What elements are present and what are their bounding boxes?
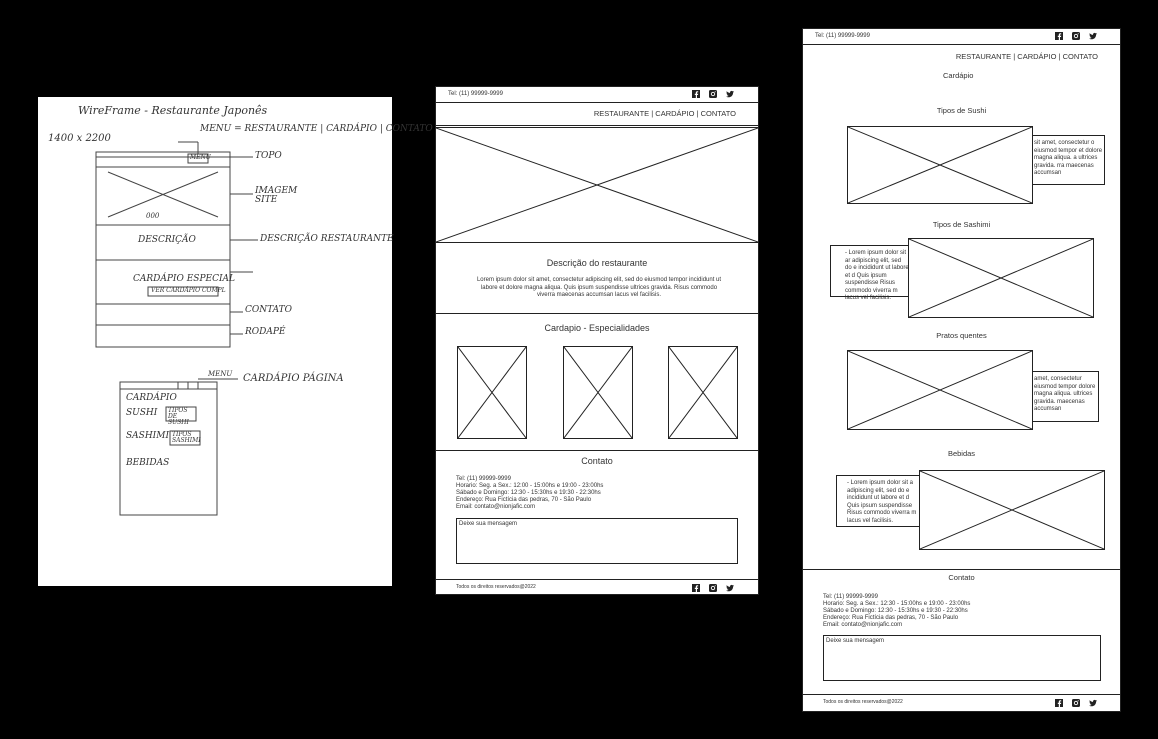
sketch-title: WireFrame - Restaurante Japonês — [78, 104, 268, 117]
bebidas-image-placeholder — [919, 470, 1105, 550]
sketch-size: 1400 x 2200 — [48, 133, 111, 144]
sketch-note-topo: TOPO — [255, 151, 282, 161]
home-desc-title: Descrição do restaurante — [546, 258, 648, 268]
home-cardapio-title: Cardapio - Especialidades — [544, 323, 650, 333]
sushi-description-text: sit amet, consectetur o eiusmod tempor e… — [1034, 140, 1103, 176]
home-contato-title: Contato — [581, 456, 613, 466]
sketch-page2-tipos-sushi: TIPOS DE SUSHI — [168, 407, 189, 426]
contato-line: Email: contato@nionjafic.com — [456, 503, 536, 510]
sketch-box-dots: 000 — [146, 212, 160, 220]
sketch-box-cardapio: CARDÁPIO ESPECIAL — [133, 274, 236, 284]
sashimi-description-box: - Lorem ipsum dolor sit ar adipiscing el… — [830, 245, 910, 301]
pratos-description-text: amet, consectetur eiusmod tempor dolore … — [1034, 376, 1096, 412]
bebidas-description-text: - Lorem ipsum dolor sit a adipiscing eli… — [847, 480, 917, 524]
home-footer-social — [692, 584, 734, 592]
menu-page-footer-social — [1055, 699, 1097, 707]
instagram-icon[interactable] — [709, 90, 717, 98]
twitter-icon[interactable] — [726, 90, 734, 98]
contato-line: Sábado e Domingo: 12:30 - 15:30hs e 19:3… — [456, 489, 601, 496]
contato-line: Tel: (11) 99999-9999 — [823, 594, 878, 600]
sashimi-description-text: - Lorem ipsum dolor sit ar adipiscing el… — [845, 250, 909, 301]
contato-line: Tel: (11) 99999-9999 — [456, 476, 511, 482]
section-title-bebidas: Bebidas — [947, 449, 976, 458]
sketch-note-rodape: RODAPÉ — [245, 327, 286, 337]
contato-line: Horario: Seg. a Sex.: 12:30 - 15:00hs e … — [823, 600, 971, 607]
menu-page-footer-text: Todos os direitos reservados@2022 — [823, 699, 903, 705]
sketch-drawing — [95, 141, 258, 516]
home-contato-info: Tel: (11) 99999-9999 Horario: Seg. a Sex… — [456, 476, 603, 510]
contato-line: Endereço: Rua Fictícia das pedras, 70 - … — [456, 496, 592, 503]
sushi-description-box: sit amet, consectetur o eiusmod tempor e… — [1031, 135, 1105, 185]
menu-page-title: Cardápio — [943, 71, 974, 80]
bebidas-description-box: - Lorem ipsum dolor sit a adipiscing eli… — [836, 475, 922, 527]
menu-page-wireframe: Tel: (11) 99999-9999 RESTAURANTE | CARDÁ… — [802, 28, 1121, 712]
section-title-sushi: Tipos de Sushi — [936, 106, 987, 115]
twitter-icon[interactable] — [1089, 699, 1097, 707]
menu-page-contato-info: Tel: (11) 99999-9999 Horario: Seg. a Sex… — [823, 594, 970, 628]
message-textarea[interactable]: Deixe sua mensagem — [456, 518, 738, 564]
menu-page-contato-title: Contato — [948, 573, 975, 582]
paper-sketch: WireFrame - Restaurante Japonês 1400 x 2… — [38, 97, 433, 586]
contato-line: Email: contato@nionjafic.com — [823, 621, 903, 628]
sketch-page2-tipos-sashimi: TIPOS SASHIMI — [172, 431, 201, 444]
sketch-box-descricao: DESCRIÇÃO — [138, 235, 196, 245]
sketch-page2-cardapio: CARDÁPIO — [126, 393, 177, 403]
sketch-box-ver: VER CARDÁPIO COMPL — [151, 287, 226, 294]
section-title-sashimi: Tipos de Sashimi — [932, 220, 991, 229]
message-placeholder: Deixe sua mensagem — [459, 521, 518, 527]
sketch-note-descricao: DESCRIÇÃO RESTAURANTE — [260, 234, 394, 244]
contato-line: Endereço: Rua Fictícia das pedras, 70 - … — [823, 614, 959, 621]
sketch-page2-sushi: SUSHI — [126, 408, 158, 418]
message-placeholder: Deixe sua mensagem — [826, 638, 885, 644]
menu-page-menu[interactable]: RESTAURANTE | CARDÁPIO | CONTATO — [956, 52, 1098, 62]
home-top-social — [692, 90, 734, 98]
instagram-icon[interactable] — [1072, 699, 1080, 707]
sketch-note-menu: MENU = RESTAURANTE | CARDÁPIO | CONTATO — [200, 124, 433, 134]
sashimi-image-placeholder — [908, 238, 1094, 318]
dish-image-placeholder-3[interactable] — [668, 346, 738, 439]
twitter-icon[interactable] — [1089, 32, 1097, 40]
sketch-note-contato: CONTATO — [245, 305, 293, 315]
sketch-page2-menu: MENU — [208, 370, 233, 378]
contato-line: Sábado e Domingo: 12:30 - 15:30hs e 19:3… — [823, 607, 968, 614]
facebook-icon[interactable] — [692, 584, 700, 592]
instagram-icon[interactable] — [1072, 32, 1080, 40]
home-wireframe: Tel: (11) 99999-9999 RESTAURANTE | CARDÁ… — [435, 86, 759, 595]
dish-image-placeholder-1[interactable] — [457, 346, 527, 439]
facebook-icon[interactable] — [1055, 699, 1063, 707]
sketch-box-menu: MENU — [190, 154, 211, 161]
menu-page-phone: Tel: (11) 99999-9999 — [815, 33, 870, 39]
twitter-icon[interactable] — [726, 584, 734, 592]
sushi-image-placeholder — [847, 126, 1033, 204]
sketch-page2-sashimi: SASHIMI — [126, 431, 170, 441]
facebook-icon[interactable] — [692, 90, 700, 98]
home-desc-text: Lorem ipsum dolor sit amet, consectetur … — [476, 277, 722, 298]
menu-page-top-social — [1055, 32, 1097, 40]
sketch-note-imagem: IMAGEM SITE — [255, 186, 298, 205]
section-title-pratos: Pratos quentes — [936, 331, 987, 340]
home-menu[interactable]: RESTAURANTE | CARDÁPIO | CONTATO — [594, 109, 736, 119]
sketch-page2-bebidas: BEBIDAS — [126, 458, 170, 468]
menu-page-message-textarea[interactable]: Deixe sua mensagem — [823, 635, 1101, 681]
contato-line: Horario: Seg. a Sex.: 12:00 - 15:00hs e … — [456, 482, 604, 489]
home-footer-text: Todos os direitos reservados@2022 — [456, 584, 536, 590]
dish-image-placeholder-2[interactable] — [563, 346, 633, 439]
facebook-icon[interactable] — [1055, 32, 1063, 40]
instagram-icon[interactable] — [709, 584, 717, 592]
pratos-description-box: amet, consectetur eiusmod tempor dolore … — [1031, 371, 1099, 422]
hero-image-placeholder — [436, 127, 758, 243]
sketch-page2-label: CARDÁPIO PÁGINA — [243, 373, 344, 384]
pratos-image-placeholder — [847, 350, 1033, 430]
home-phone: Tel: (11) 99999-9999 — [448, 91, 503, 97]
